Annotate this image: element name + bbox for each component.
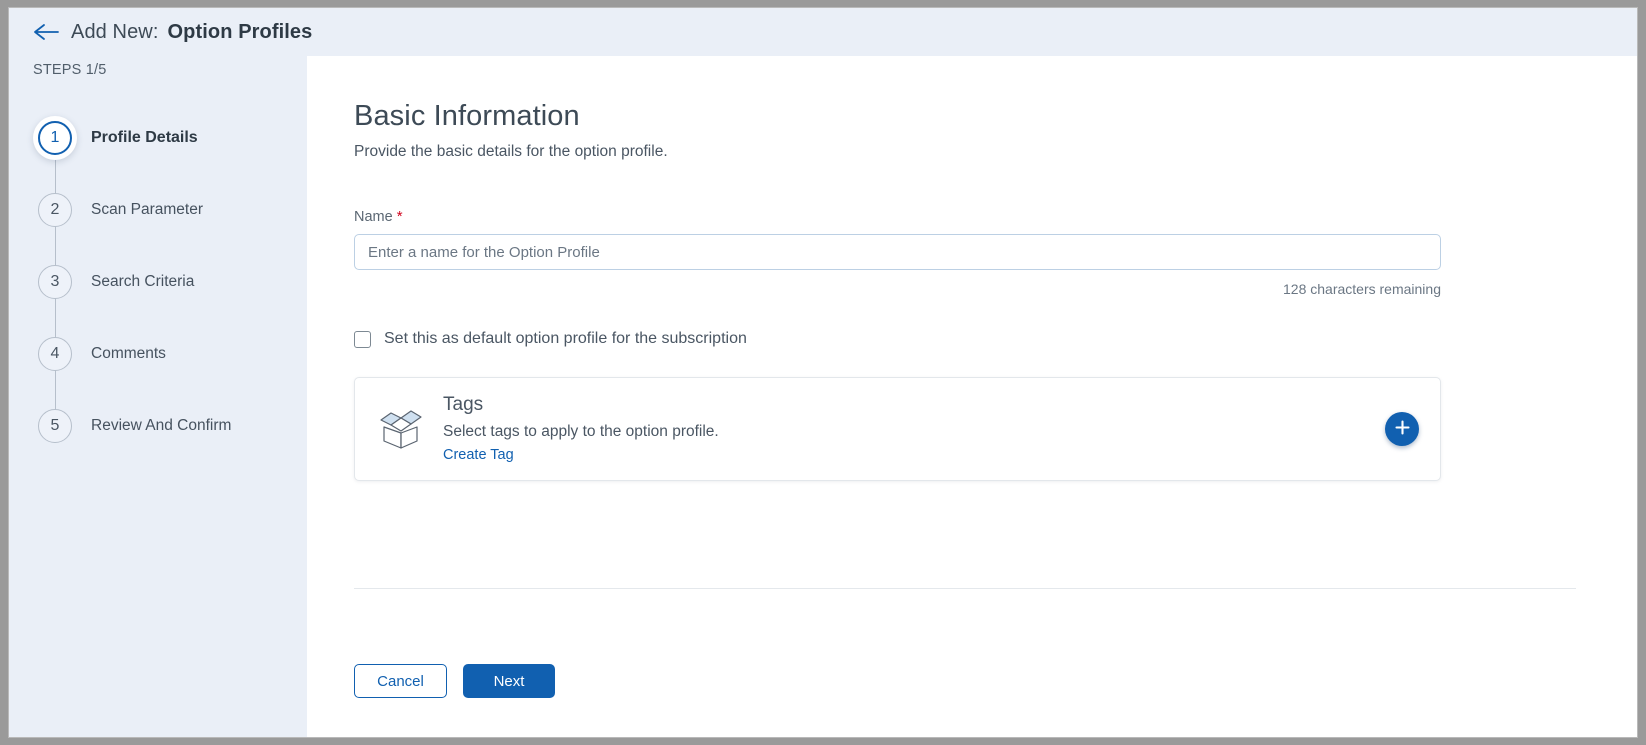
section-subtitle: Provide the basic details for the option… [354, 143, 668, 160]
stepper: 1 Profile Details 2 Scan Parameter 3 Sea… [9, 102, 307, 462]
step-number-3: 3 [38, 265, 72, 299]
section-title: Basic Information [354, 100, 580, 132]
next-button[interactable]: Next [463, 664, 555, 698]
page-title: Option Profiles [167, 20, 313, 43]
step-label-review-and-confirm: Review And Confirm [91, 417, 232, 434]
step-label-scan-parameter: Scan Parameter [91, 201, 203, 218]
character-counter: 128 characters remaining [1283, 281, 1441, 297]
default-profile-checkbox-label[interactable]: Set this as default option profile for t… [384, 330, 747, 348]
header-prefix: Add New: [71, 20, 159, 43]
footer-actions: Cancel Next [354, 664, 555, 698]
step-label-profile-details: Profile Details [91, 129, 198, 146]
create-tag-link[interactable]: Create Tag [443, 447, 514, 463]
tags-card-title: Tags [443, 394, 484, 415]
tags-card-description: Select tags to apply to the option profi… [443, 423, 719, 440]
form-content: Basic Information Provide the basic deta… [354, 100, 1444, 481]
tags-card-text: Tags Select tags to apply to the option … [443, 394, 719, 464]
steps-counter: STEPS 1/5 [33, 62, 107, 78]
open-box-icon [371, 403, 427, 455]
step-label-comments: Comments [91, 345, 166, 362]
back-arrow-icon[interactable] [33, 22, 59, 42]
name-input[interactable] [354, 234, 1441, 270]
step-label-search-criteria: Search Criteria [91, 273, 195, 290]
required-marker: * [396, 208, 403, 225]
page-header: Add New: Option Profiles [9, 8, 1637, 56]
step-number-1: 1 [38, 121, 72, 155]
step-number-5: 5 [38, 409, 72, 443]
footer-divider [354, 588, 1576, 589]
application-window: Add New: Option Profiles STEPS 1/5 1 Pro… [8, 7, 1638, 738]
add-tag-button[interactable] [1385, 412, 1419, 446]
main-panel: Basic Information Provide the basic deta… [307, 56, 1637, 737]
name-field-group: Name * 128 characters remaining [354, 208, 1444, 297]
cancel-button[interactable]: Cancel [354, 664, 447, 698]
default-profile-checkbox[interactable] [354, 330, 371, 348]
name-field-label: Name * [354, 208, 1444, 225]
tags-card: Tags Select tags to apply to the option … [354, 377, 1441, 481]
step-number-2: 2 [38, 193, 72, 227]
default-profile-checkbox-row[interactable]: Set this as default option profile for t… [354, 330, 1444, 348]
name-label-text: Name [354, 209, 393, 225]
steps-sidebar: STEPS 1/5 1 Profile Details 2 Scan Param… [9, 56, 307, 737]
plus-icon [1394, 420, 1410, 438]
step-number-4: 4 [38, 337, 72, 371]
